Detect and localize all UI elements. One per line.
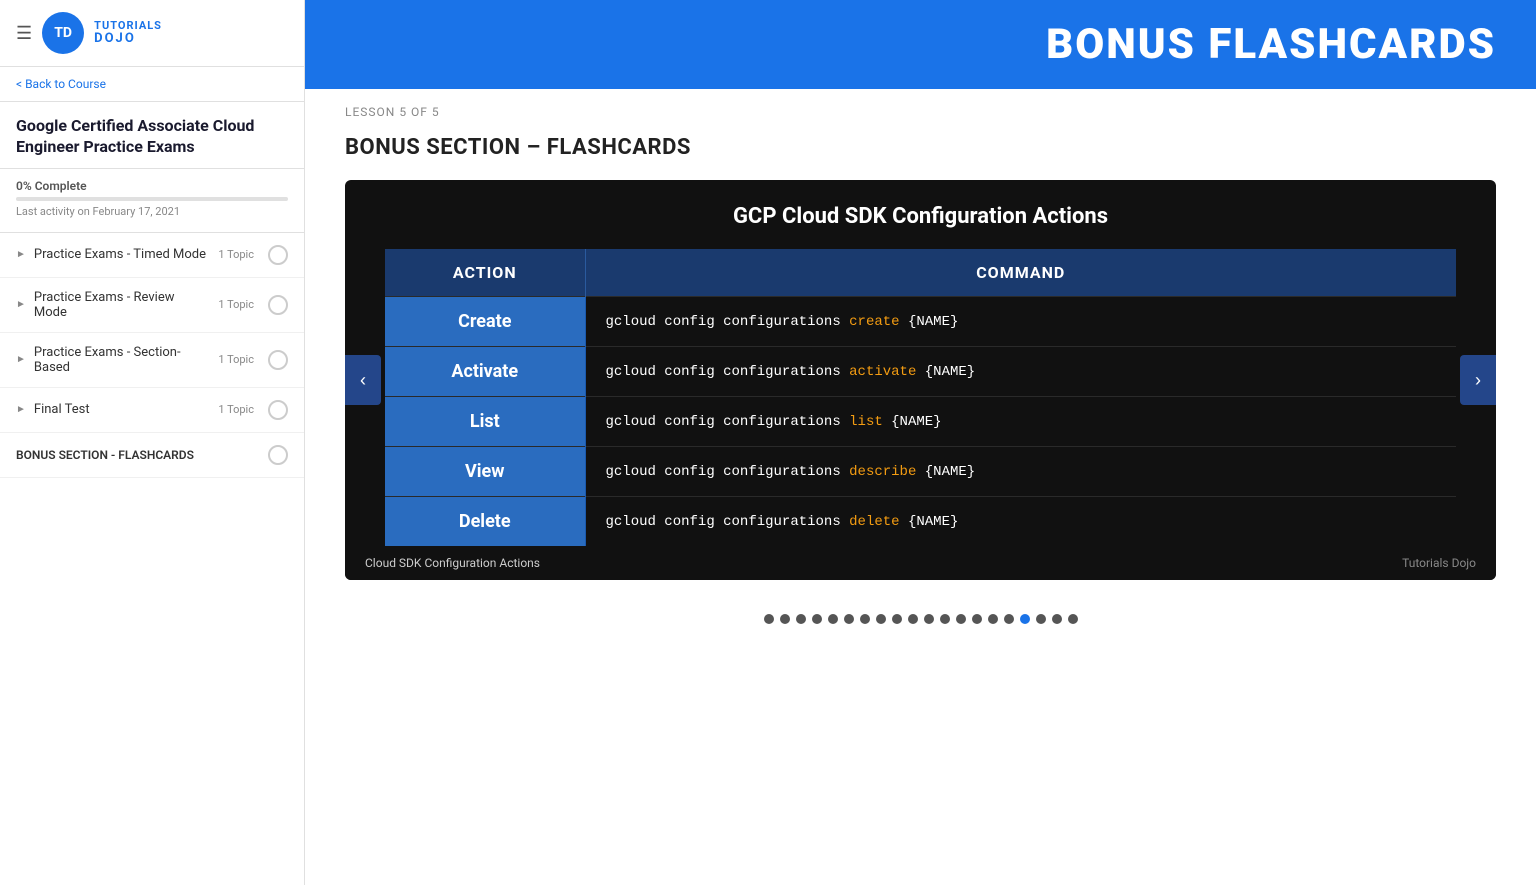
flashcard-table: ACTION COMMAND Create gcloud config conf… [385, 249, 1456, 546]
command-cell-create: gcloud config configurations create {NAM… [585, 297, 1456, 347]
action-cell-create: Create [385, 297, 585, 347]
progress-circle-timed [268, 245, 288, 265]
sidebar: ☰ TD TUTORIALS DOJO < Back to Course Goo… [0, 0, 305, 885]
prev-slide-button[interactable]: ‹ [345, 355, 381, 405]
progress-area: 0% Complete Last activity on February 17… [0, 169, 304, 233]
slide-dot[interactable] [780, 614, 790, 624]
topic-count-timed: 1 Topic [218, 248, 254, 261]
hamburger-icon[interactable]: ☰ [16, 23, 32, 44]
command-cell-activate: gcloud config configurations activate {N… [585, 347, 1456, 397]
topic-count-review: 1 Topic [218, 298, 254, 311]
logo-bottom: DOJO [94, 32, 162, 46]
topic-count-final: 1 Topic [218, 403, 254, 416]
main-content: BONUS FLASHCARDS LESSON 5 OF 5 BONUS SEC… [305, 0, 1536, 885]
table-row: Delete gcloud config configurations dele… [385, 497, 1456, 547]
slide-dot[interactable] [940, 614, 950, 624]
flashcard-inner: GCP Cloud SDK Configuration Actions ACTI… [345, 180, 1496, 546]
nav-label-review: Practice Exams - Review Mode [34, 290, 210, 320]
slide-dot[interactable] [844, 614, 854, 624]
lesson-info: LESSON 5 OF 5 [305, 89, 1536, 127]
nav-label-final: Final Test [34, 402, 210, 417]
flashcard-footer: Cloud SDK Configuration Actions Tutorial… [345, 546, 1496, 580]
chevron-right-icon-3: ► [16, 354, 26, 365]
progress-bar-container [16, 197, 288, 201]
action-cell-activate: Activate [385, 347, 585, 397]
nav-label-timed: Practice Exams - Timed Mode [34, 247, 210, 262]
progress-circle-final [268, 400, 288, 420]
bonus-label: BONUS SECTION - FLASHCARDS [16, 448, 194, 462]
slide-dot[interactable] [828, 614, 838, 624]
topic-count-section: 1 Topic [218, 353, 254, 366]
back-to-course-link[interactable]: < Back to Course [0, 67, 304, 102]
nav-item-final-test[interactable]: ► Final Test 1 Topic [0, 388, 304, 433]
slide-dot[interactable] [972, 614, 982, 624]
course-title-area: Google Certified Associate Cloud Enginee… [0, 102, 304, 169]
slide-dot[interactable] [908, 614, 918, 624]
slide-dot[interactable] [956, 614, 966, 624]
top-banner: BONUS FLASHCARDS [305, 0, 1536, 89]
footer-brand: Tutorials Dojo [1402, 556, 1476, 570]
next-slide-button[interactable]: › [1460, 355, 1496, 405]
slide-dot[interactable] [988, 614, 998, 624]
flashcard-container: ‹ GCP Cloud SDK Configuration Actions AC… [345, 180, 1496, 580]
footer-label: Cloud SDK Configuration Actions [365, 556, 540, 570]
command-cell-list: gcloud config configurations list {NAME} [585, 397, 1456, 447]
table-row: Activate gcloud config configurations ac… [385, 347, 1456, 397]
slide-dot[interactable] [860, 614, 870, 624]
progress-circle-bonus [268, 445, 288, 465]
chevron-right-icon: ► [16, 249, 26, 260]
flashcard-heading: GCP Cloud SDK Configuration Actions [385, 204, 1456, 229]
table-header-command: COMMAND [585, 249, 1456, 297]
section-heading: BONUS SECTION – FLASHCARDS [305, 127, 1536, 180]
banner-title: BONUS FLASHCARDS [1046, 20, 1496, 69]
progress-circle-review [268, 295, 288, 315]
slide-dot[interactable] [892, 614, 902, 624]
slide-dot[interactable] [1004, 614, 1014, 624]
slide-dot[interactable] [1052, 614, 1062, 624]
slide-dot[interactable] [924, 614, 934, 624]
progress-circle-section [268, 350, 288, 370]
table-header-action: ACTION [385, 249, 585, 297]
nav-label-section: Practice Exams - Section-Based [34, 345, 210, 375]
table-row: View gcloud config configurations descri… [385, 447, 1456, 497]
slide-dot[interactable] [1068, 614, 1078, 624]
chevron-right-icon-4: ► [16, 404, 26, 415]
slide-dot[interactable] [1020, 614, 1030, 624]
slide-dot[interactable] [812, 614, 822, 624]
action-cell-view: View [385, 447, 585, 497]
command-cell-delete: gcloud config configurations delete {NAM… [585, 497, 1456, 547]
nav-items: ► Practice Exams - Timed Mode 1 Topic ► … [0, 233, 304, 885]
progress-percent: 0% Complete [16, 179, 288, 193]
logo-text: TUTORIALS DOJO [94, 20, 162, 46]
slide-dots [305, 600, 1536, 644]
action-cell-list: List [385, 397, 585, 447]
nav-item-review-mode[interactable]: ► Practice Exams - Review Mode 1 Topic [0, 278, 304, 333]
nav-item-bonus-flashcards[interactable]: BONUS SECTION - FLASHCARDS [0, 433, 304, 478]
table-row: List gcloud config configurations list {… [385, 397, 1456, 447]
table-row: Create gcloud config configurations crea… [385, 297, 1456, 347]
sidebar-header: ☰ TD TUTORIALS DOJO [0, 0, 304, 67]
command-cell-view: gcloud config configurations describe {N… [585, 447, 1456, 497]
slide-dot[interactable] [876, 614, 886, 624]
nav-item-section-based[interactable]: ► Practice Exams - Section-Based 1 Topic [0, 333, 304, 388]
slide-dot[interactable] [796, 614, 806, 624]
action-cell-delete: Delete [385, 497, 585, 547]
slide-dot[interactable] [764, 614, 774, 624]
slide-dot[interactable] [1036, 614, 1046, 624]
course-title: Google Certified Associate Cloud Enginee… [16, 116, 288, 158]
logo-icon: TD [42, 12, 84, 54]
nav-item-timed-mode[interactable]: ► Practice Exams - Timed Mode 1 Topic [0, 233, 304, 278]
chevron-right-icon-2: ► [16, 299, 26, 310]
last-activity: Last activity on February 17, 2021 [16, 205, 288, 218]
